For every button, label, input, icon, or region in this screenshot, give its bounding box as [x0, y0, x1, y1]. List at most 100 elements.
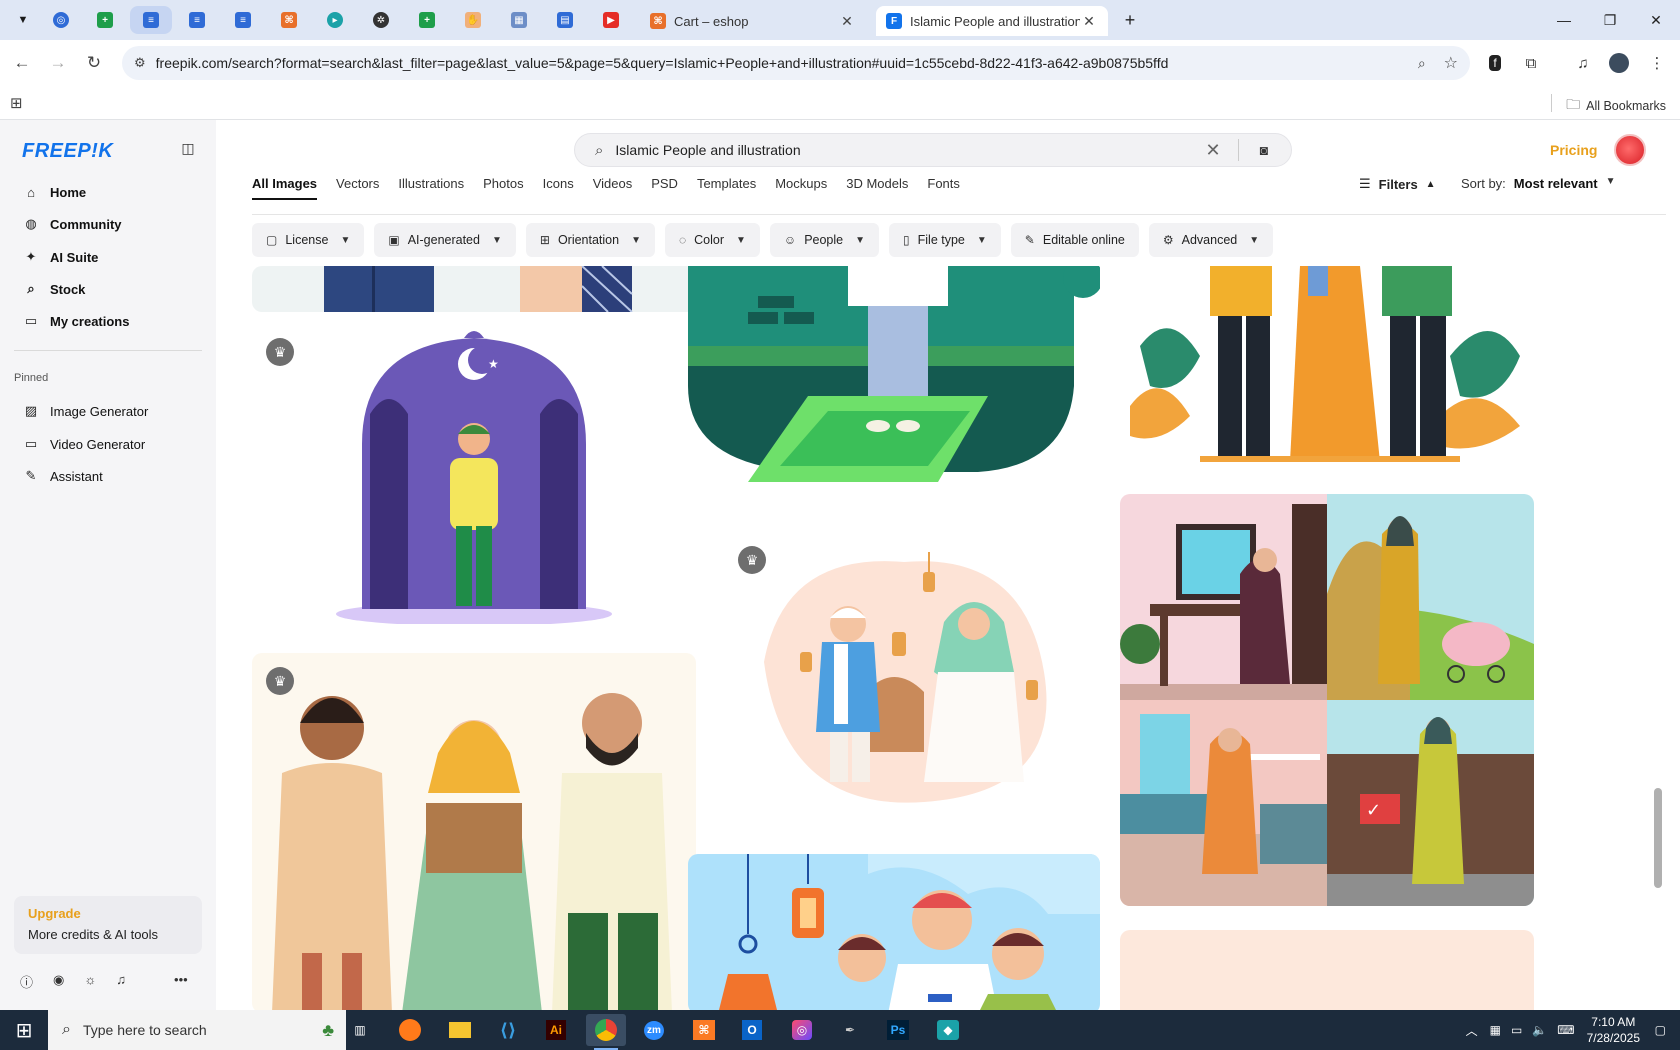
creative-cloud-icon[interactable]: ◎	[782, 1014, 822, 1046]
pricing-link[interactable]: Pricing	[1550, 142, 1597, 158]
result-image[interactable]: ✓	[1120, 494, 1534, 906]
sidebar-item-community[interactable]: ◍ Community	[14, 210, 204, 238]
sidebar-item-ai-suite[interactable]: ✦ AI Suite	[14, 243, 204, 271]
result-image[interactable]: ♛ ★	[252, 324, 696, 624]
pinned-tab[interactable]: ✋	[452, 6, 494, 34]
firefox-icon[interactable]	[390, 1014, 430, 1046]
result-image[interactable]	[1120, 266, 1534, 476]
close-icon[interactable]: ✕	[1080, 12, 1098, 30]
result-image[interactable]	[252, 266, 696, 312]
zoom-app-icon[interactable]: zm	[634, 1014, 674, 1046]
outlook-icon[interactable]: O	[732, 1014, 772, 1046]
sidebar-item-my-creations[interactable]: ▭ My creations	[14, 307, 204, 335]
tab-photos[interactable]: Photos	[483, 176, 523, 200]
file-explorer-icon[interactable]	[440, 1014, 480, 1046]
upgrade-card[interactable]: Upgrade More credits & AI tools	[14, 896, 202, 954]
tab-templates[interactable]: Templates	[697, 176, 756, 200]
new-tab-button[interactable]: +	[1110, 8, 1150, 32]
pinned-tab[interactable]: ≡	[130, 6, 172, 34]
close-icon[interactable]: ✕	[838, 12, 856, 30]
sidebar-item-image-generator[interactable]: ▨ Image Generator	[14, 397, 204, 425]
tab-mockups[interactable]: Mockups	[775, 176, 827, 200]
sidebar-item-home[interactable]: ⌂ Home	[14, 178, 204, 206]
minimize-icon[interactable]: —	[1544, 8, 1584, 32]
chip-ai-generated[interactable]: ▣ AI-generated ▼	[374, 223, 516, 257]
tab-illustrations[interactable]: Illustrations	[398, 176, 464, 200]
tab-icons[interactable]: Icons	[543, 176, 574, 200]
all-bookmarks-button[interactable]: 🗀 All Bookmarks	[1566, 94, 1666, 118]
pinned-tab[interactable]: +	[84, 6, 126, 34]
chevron-up-icon[interactable]: ︿	[1466, 1022, 1478, 1039]
language-icon[interactable]: ⌨	[1557, 1023, 1574, 1037]
tab-search-button[interactable]: ▼	[2, 6, 44, 34]
font-extension-icon[interactable]: f	[1482, 50, 1508, 76]
tab-psd[interactable]: PSD	[651, 176, 678, 200]
pinned-tab[interactable]: ▶	[590, 6, 632, 34]
sidebar-collapse-icon[interactable]: ◫	[178, 138, 198, 158]
network-icon[interactable]: ▦	[1490, 1023, 1501, 1037]
tab-all-images[interactable]: All Images	[252, 176, 317, 200]
zoom-icon[interactable]: ⌕	[1418, 55, 1426, 72]
clear-search-icon[interactable]: ✕	[1198, 140, 1228, 161]
chip-advanced[interactable]: ⚙ Advanced ▼	[1148, 223, 1274, 257]
result-image[interactable]	[688, 854, 1100, 1010]
discord-icon[interactable]: ◉	[53, 972, 64, 991]
app-icon[interactable]: ◆	[928, 1014, 968, 1046]
filters-button[interactable]: ☰ Filters ▲	[1359, 176, 1436, 192]
theme-sun-icon[interactable]: ☼	[84, 972, 96, 991]
result-image[interactable]	[688, 266, 1100, 492]
site-settings-icon[interactable]: ⚙	[134, 55, 146, 71]
apps-grid-icon[interactable]: ⊞	[10, 94, 23, 112]
vscode-icon[interactable]: ⟨⟩	[488, 1014, 528, 1046]
sort-dropdown[interactable]: Sort by: Most relevant ▼	[1461, 176, 1616, 191]
tab-cart-eshop[interactable]: ⌘ Cart – eshop ✕	[640, 6, 866, 36]
pinned-tab[interactable]: ≡	[222, 6, 264, 34]
forward-icon[interactable]: →	[44, 49, 72, 77]
user-avatar[interactable]	[1614, 134, 1646, 166]
pinned-tab[interactable]: ◎	[40, 6, 82, 34]
chip-editable-online[interactable]: ✎ Editable online	[1010, 223, 1139, 257]
bookmark-star-icon[interactable]: ☆	[1444, 53, 1458, 73]
reload-icon[interactable]: ↻	[80, 49, 108, 77]
xampp-icon[interactable]: ⌘	[684, 1014, 724, 1046]
pinned-tab[interactable]: ≡	[176, 6, 218, 34]
windows-start-icon[interactable]: ⊞	[0, 1010, 48, 1050]
help-icon[interactable]: ⓘ	[20, 972, 33, 991]
chip-people[interactable]: ☺ People ▼	[769, 223, 880, 257]
browser-menu-icon[interactable]: ⋮	[1644, 50, 1670, 76]
pen-tool-icon[interactable]: ✒	[830, 1014, 870, 1046]
result-image[interactable]	[1120, 930, 1534, 1010]
chip-license[interactable]: ▢ License ▼	[252, 223, 365, 257]
chip-file-type[interactable]: ▯ File type ▼	[889, 223, 1001, 257]
pinned-tab[interactable]: ▤	[544, 6, 586, 34]
restore-icon[interactable]: ❐	[1590, 8, 1630, 32]
result-image[interactable]: ♛	[252, 653, 696, 1010]
search-bar[interactable]: ⌕ Islamic People and illustration ✕ ◙	[574, 133, 1292, 167]
tab-freepik-search[interactable]: F Islamic People and illustration v ✕	[876, 6, 1108, 36]
taskbar-search[interactable]: ⌕ Type here to search ♣	[48, 1010, 346, 1050]
pinned-tab[interactable]: +	[406, 6, 448, 34]
pinned-tab[interactable]: ✲	[360, 6, 402, 34]
photoshop-icon[interactable]: Ps	[878, 1014, 918, 1046]
tab-videos[interactable]: Videos	[593, 176, 633, 200]
illustrator-icon[interactable]: Ai	[536, 1014, 576, 1046]
sidebar-item-stock[interactable]: ⌕ Stock	[14, 275, 204, 303]
tab-fonts[interactable]: Fonts	[927, 176, 960, 200]
volume-icon[interactable]: 🔈	[1532, 1023, 1547, 1037]
notifications-bell-icon[interactable]: ♫	[116, 972, 126, 991]
chip-orientation[interactable]: ⊞ Orientation ▼	[525, 223, 655, 257]
more-options-icon[interactable]: •••	[174, 972, 188, 991]
address-bar[interactable]: ⚙ freepik.com/search?format=search&last_…	[122, 46, 1470, 80]
scrollbar-thumb[interactable]	[1654, 788, 1662, 888]
pinned-tab[interactable]: ⌘	[268, 6, 310, 34]
notifications-icon[interactable]: ▢	[1655, 1023, 1666, 1037]
close-window-icon[interactable]: ✕	[1636, 8, 1676, 32]
chip-color[interactable]: ◌ Color ▼	[665, 223, 760, 257]
task-view-icon[interactable]: ▥	[340, 1014, 380, 1046]
chrome-icon[interactable]	[586, 1014, 626, 1050]
wifi-icon[interactable]: ▭	[1511, 1023, 1522, 1037]
profile-icon[interactable]	[1606, 50, 1632, 76]
url-text[interactable]: freepik.com/search?format=search&last_fi…	[156, 55, 1418, 71]
media-controls-icon[interactable]: ♫	[1570, 50, 1596, 76]
tab-vectors[interactable]: Vectors	[336, 176, 379, 200]
